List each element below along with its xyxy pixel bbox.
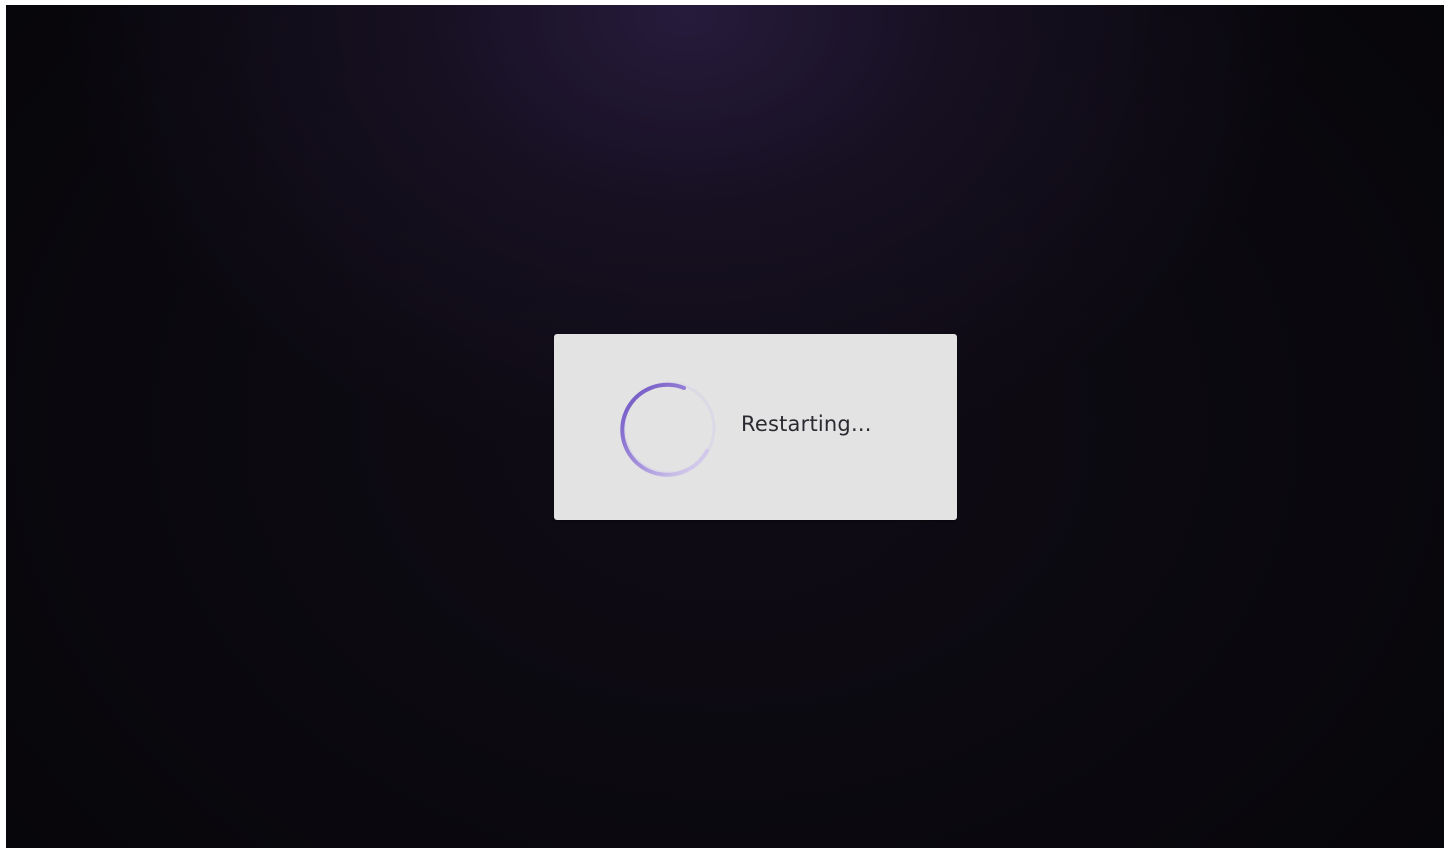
status-message: Restarting... bbox=[741, 412, 872, 436]
restart-dialog: Restarting... bbox=[554, 334, 957, 520]
tv-screen: Restarting... bbox=[6, 5, 1444, 848]
loading-spinner-icon bbox=[620, 381, 716, 477]
